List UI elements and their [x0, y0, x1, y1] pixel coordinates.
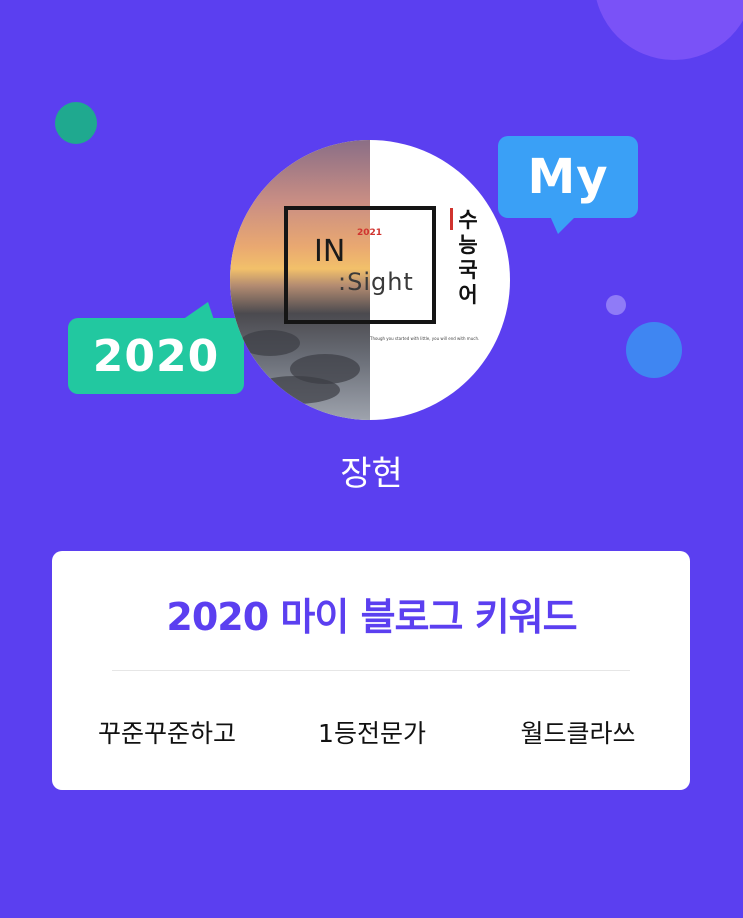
- card-title: 2020 마이 블로그 키워드: [166, 595, 577, 639]
- logo-year-text: 2021: [357, 228, 383, 238]
- my-badge-label: My: [527, 149, 609, 205]
- keyword-item: 월드클라쓰: [520, 719, 636, 748]
- year-speech-bubble: 2020: [68, 302, 244, 394]
- blog-keyword-page: My 2020 IN 2021 :Sight 수능국어 Though you s…: [0, 0, 743, 918]
- rock-shape: [240, 330, 300, 356]
- profile-name: 장현: [340, 454, 403, 494]
- keyword-item: 꾸준꾸준하고: [97, 719, 236, 748]
- logo-motto-text: Though you started with little, you will…: [370, 336, 480, 341]
- card-divider: [112, 670, 630, 671]
- logo-frame: [284, 206, 436, 324]
- decor-dot-blue: [626, 322, 682, 378]
- speech-tail-icon: [550, 216, 576, 234]
- my-speech-bubble: My: [498, 136, 638, 234]
- decor-dot-teal: [55, 102, 97, 144]
- decor-circle-top: [594, 0, 743, 60]
- decor-dot-small: [606, 295, 626, 315]
- logo-sight-text: :Sight: [338, 268, 414, 296]
- logo-in-text: IN: [314, 234, 346, 269]
- keyword-item: 1등전문가: [318, 719, 426, 748]
- rock-shape: [250, 376, 340, 404]
- profile-avatar[interactable]: IN 2021 :Sight 수능국어 Though you started w…: [230, 140, 510, 420]
- logo-title-text: 수능국어: [458, 208, 478, 307]
- speech-tail-icon: [182, 302, 214, 320]
- logo-accent-bar: [450, 208, 453, 230]
- year-badge-label: 2020: [92, 330, 220, 382]
